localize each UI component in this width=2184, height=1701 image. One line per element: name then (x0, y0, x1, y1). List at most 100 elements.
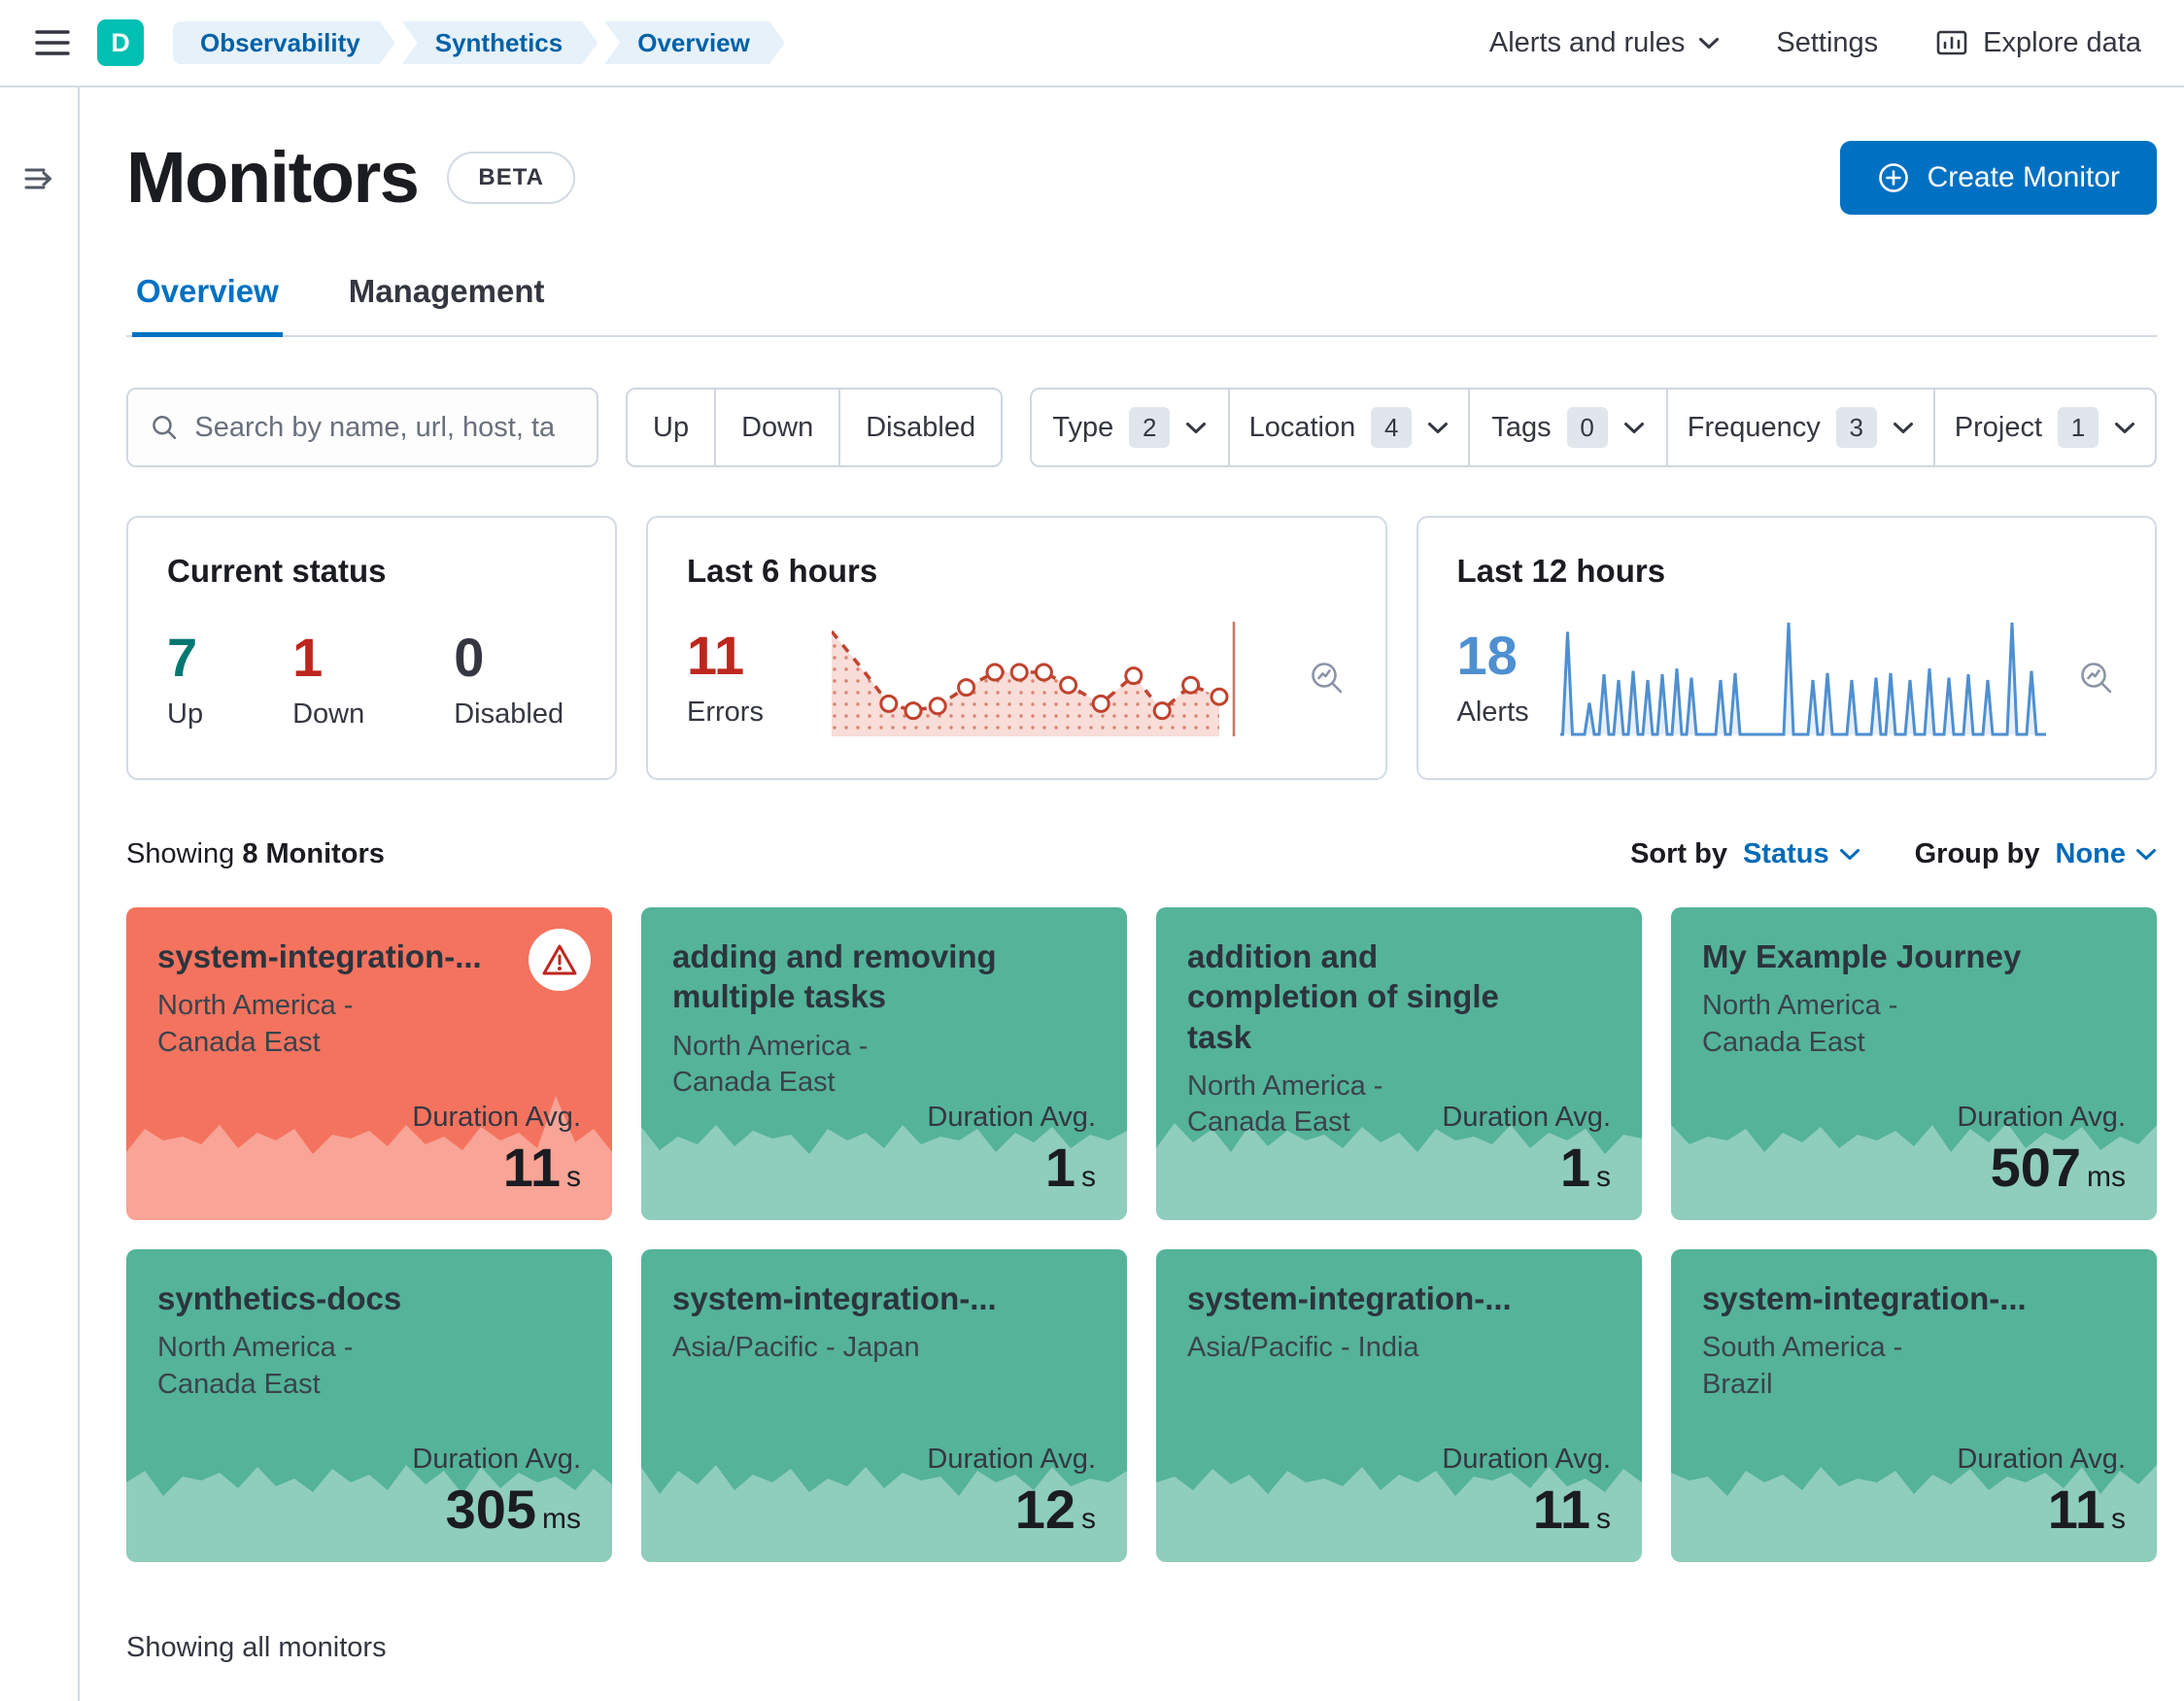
up-count: 7 (167, 627, 198, 688)
alerts-and-rules-menu[interactable]: Alerts and rules (1489, 27, 1721, 59)
duration-value: 12 (1014, 1479, 1075, 1540)
chevron-down-icon (2115, 422, 2135, 433)
duration-label: Duration Avg. (927, 1444, 1096, 1475)
current-status-panel: Current status 7 Up 1 Down 0 Disabled (126, 516, 617, 780)
inspect-errors-button[interactable] (1308, 659, 1347, 697)
create-monitor-button[interactable]: Create Monitor (1839, 140, 2157, 215)
monitor-warning-badge (529, 929, 591, 991)
filter-button[interactable]: Type 2 (1032, 390, 1228, 465)
monitor-card[interactable]: addition and completion of single task N… (1156, 907, 1642, 1220)
monitor-name[interactable]: system-integration-... (1187, 1278, 1535, 1318)
tab[interactable]: Management (345, 273, 549, 335)
filter-count-badge: 3 (1835, 407, 1877, 448)
showing-monitors-text: Showing 8 Monitors (126, 838, 385, 869)
monitor-name[interactable]: system-integration-... (157, 936, 505, 976)
search-input[interactable] (194, 411, 575, 444)
monitor-card[interactable]: system-integration-... Asia/Pacific - In… (1156, 1249, 1642, 1562)
duration-value: 11 (502, 1137, 561, 1198)
monitor-location: Asia/Pacific - India (1187, 1332, 1419, 1364)
monitor-name[interactable]: synthetics-docs (157, 1278, 505, 1318)
monitor-location: North America - Canada East (157, 990, 354, 1058)
group-by-label: Group by (1914, 838, 2040, 869)
expand-sidebar-icon[interactable] (19, 159, 58, 203)
monitor-card[interactable]: adding and removing multiple tasks North… (641, 907, 1127, 1220)
space-avatar[interactable]: D (97, 19, 144, 66)
status-filter-button[interactable]: Down (714, 390, 838, 465)
bar-chart-icon (1936, 30, 1967, 55)
filter-button[interactable]: Tags 0 (1468, 390, 1666, 465)
disabled-count: 0 (454, 627, 485, 688)
filter-label: Project (1954, 411, 2043, 443)
monitor-name[interactable]: system-integration-... (1702, 1278, 2050, 1318)
breadcrumb-item[interactable]: Synthetics (402, 21, 598, 64)
duration-unit: s (1081, 1161, 1096, 1193)
monitor-name[interactable]: adding and removing multiple tasks (672, 936, 1020, 1017)
duration-value: 507 (1990, 1137, 2081, 1198)
alerts-stat: 18 Alerts (1456, 624, 1529, 729)
duration-label: Duration Avg. (1442, 1444, 1611, 1475)
monitor-location: North America - Canada East (1702, 990, 1898, 1058)
monitor-location: North America - Canada East (157, 1332, 354, 1400)
monitor-grid: system-integration-... North America - C… (126, 907, 2157, 1562)
main-content: Monitors BETA Create Monitor Overview Man… (80, 87, 2184, 1701)
monitor-duration: Duration Avg. 12 s (927, 1444, 1096, 1541)
create-monitor-label: Create Monitor (1927, 160, 2120, 193)
duration-label: Duration Avg. (1957, 1444, 2126, 1475)
menu-icon[interactable] (35, 28, 70, 57)
panel-title: Last 6 hours (687, 553, 878, 589)
duration-unit: ms (542, 1503, 581, 1535)
filter-button[interactable]: Project 1 (1932, 390, 2155, 465)
status-filter-button[interactable]: Up (628, 390, 714, 465)
showing-all-monitors-text: Showing all monitors (126, 1632, 387, 1663)
panel-title: Current status (167, 553, 387, 589)
status-filter-button[interactable]: Disabled (838, 390, 1001, 465)
duration-label: Duration Avg. (412, 1102, 581, 1133)
monitor-name[interactable]: My Example Journey (1702, 936, 2050, 976)
monitor-card[interactable]: synthetics-docs North America - Canada E… (126, 1249, 612, 1562)
chevron-down-icon (1428, 422, 1449, 433)
down-stat: 1 Down (292, 630, 364, 731)
monitor-card[interactable]: system-integration-... Asia/Pacific - Ja… (641, 1249, 1127, 1562)
duration-unit: s (1596, 1161, 1611, 1193)
top-bar: D Observability Synthetics Overview Alerts… (0, 0, 2184, 87)
monitor-card[interactable]: system-integration-... South America - B… (1671, 1249, 2157, 1562)
filter-count-badge: 4 (1371, 407, 1413, 448)
chevron-down-icon (1186, 422, 1207, 433)
monitor-card[interactable]: system-integration-... North America - C… (126, 907, 612, 1220)
explore-data-link[interactable]: Explore data (1934, 25, 2141, 60)
monitor-card[interactable]: My Example Journey North America - Canad… (1671, 907, 2157, 1220)
breadcrumb-item[interactable]: Overview (604, 21, 785, 64)
monitor-name[interactable]: system-integration-... (672, 1278, 1020, 1318)
group-by-select[interactable]: None (2056, 838, 2158, 870)
down-count: 1 (292, 627, 324, 688)
filter-button[interactable]: Frequency 3 (1665, 390, 1933, 465)
filter-label: Frequency (1687, 411, 1821, 443)
filter-label: Tags (1491, 411, 1552, 443)
settings-label: Settings (1776, 26, 1879, 58)
duration-label: Duration Avg. (412, 1444, 581, 1475)
settings-link[interactable]: Settings (1776, 27, 1878, 59)
tabs: Overview Management (126, 273, 2157, 337)
alerts-count: 18 (1456, 624, 1518, 686)
filter-button[interactable]: Location 4 (1227, 390, 1469, 465)
chevron-down-icon (1839, 849, 1860, 860)
sort-by-select[interactable]: Status (1743, 838, 1860, 870)
monitor-location: North America - Canada East (1187, 1070, 1383, 1139)
monitor-duration: Duration Avg. 11 s (412, 1102, 581, 1199)
tab[interactable]: Overview (132, 273, 283, 337)
monitor-name[interactable]: addition and completion of single task (1187, 936, 1535, 1057)
explore-data-label: Explore data (1983, 26, 2141, 58)
breadcrumb-item[interactable]: Observability (173, 21, 395, 64)
alerts-chart (1559, 622, 2046, 736)
errors-label: Errors (687, 696, 764, 728)
panel-title: Last 12 hours (1456, 553, 1666, 589)
duration-label: Duration Avg. (927, 1102, 1096, 1133)
monitor-location: South America - Brazil (1702, 1332, 1903, 1400)
filter-count-badge: 0 (1566, 407, 1608, 448)
errors-chart (831, 622, 1235, 736)
chevron-down-icon (1699, 37, 1720, 49)
duration-value: 11 (2047, 1479, 2105, 1540)
search-icon (153, 416, 177, 439)
inspect-alerts-button[interactable] (2077, 659, 2116, 697)
sort-by-label: Sort by (1630, 838, 1727, 869)
